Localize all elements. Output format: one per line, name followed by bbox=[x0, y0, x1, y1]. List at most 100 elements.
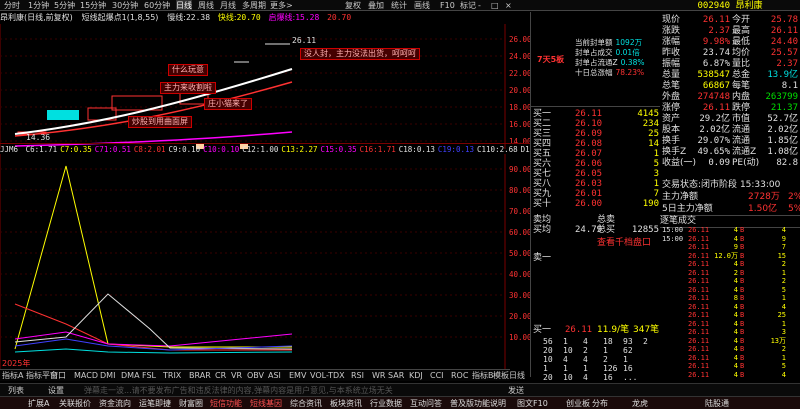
indicator-tab[interactable]: EMV bbox=[289, 370, 306, 382]
toolbar-button[interactable]: F10 bbox=[440, 0, 455, 11]
tick-price: 26.11 bbox=[688, 370, 710, 379]
indicator-tab[interactable]: FSL bbox=[142, 370, 156, 382]
indicator-tab[interactable]: CR bbox=[215, 370, 226, 382]
indicator-field-value: 0.35 bbox=[338, 145, 357, 154]
indicator-tab[interactable]: DMI bbox=[100, 370, 115, 382]
toolbar-button[interactable]: 复权 bbox=[345, 0, 361, 11]
toolbar-button[interactable]: 叠加 bbox=[368, 0, 384, 11]
timeframe-tab[interactable]: 多周期 bbox=[242, 0, 266, 11]
tick-volume-2: 7 bbox=[781, 243, 786, 251]
y-axis-label: 60.00 bbox=[509, 228, 530, 237]
buy-one-count: 347笔 bbox=[633, 325, 660, 335]
tick-side: B bbox=[740, 294, 745, 302]
function-button[interactable]: 龙虎 bbox=[632, 397, 648, 409]
indicator-line-magenta bbox=[14, 331, 293, 347]
danmu-input[interactable]: 弹幕走一波...请不要发布广告和违反法律的内容,弹幕内容是用户意见,与本系统立场… bbox=[84, 385, 393, 396]
timeframe-tab[interactable]: 1分钟 bbox=[28, 0, 49, 11]
settings-button[interactable]: 设置 bbox=[48, 385, 64, 396]
main5-net-row: 5日主力净额1.50亿5% bbox=[662, 204, 800, 214]
function-button[interactable]: 运笔即捷 bbox=[139, 397, 171, 409]
function-button[interactable]: 分布 bbox=[592, 397, 608, 409]
indicator-tab[interactable]: KDJ bbox=[409, 370, 423, 382]
tick-volume-2: 2 bbox=[781, 260, 786, 268]
indicator-tab[interactable]: 指标A bbox=[2, 370, 23, 382]
indicator-tab[interactable]: RSI bbox=[351, 370, 364, 382]
bid-volume: 190 bbox=[642, 199, 659, 209]
queue-cell: 4 bbox=[583, 373, 588, 382]
toolbar-button[interactable]: × bbox=[505, 0, 512, 11]
quote-value: 6.87% bbox=[702, 59, 730, 69]
timeframe-tab[interactable]: 日线 bbox=[176, 0, 192, 11]
timeframe-tab[interactable]: 30分钟 bbox=[112, 0, 138, 11]
function-button[interactable]: 行业数据 bbox=[370, 397, 402, 409]
view-depth-link[interactable]: 查看千档盘口 bbox=[597, 238, 651, 249]
quote-value: 8.1 bbox=[781, 81, 798, 91]
annotation[interactable]: 主力来收割啦 bbox=[160, 82, 216, 94]
indicator-tab[interactable]: CCI bbox=[430, 370, 444, 382]
indicator-tab[interactable]: ROC bbox=[451, 370, 468, 382]
quote-panel: 002940 昂利康 现价 26.11 今开 25.78 涨跌 2.37 最高 26.11 涨幅… bbox=[660, 1, 800, 382]
function-button[interactable]: 图文F10 bbox=[517, 397, 548, 409]
function-button[interactable]: 扩展A bbox=[28, 397, 49, 409]
function-button[interactable]: 创业板 bbox=[566, 397, 590, 409]
indicator-tab[interactable]: MACD bbox=[74, 370, 98, 382]
function-button[interactable]: 普及版功能说明 bbox=[450, 397, 506, 409]
function-button[interactable]: 关联报价 bbox=[59, 397, 91, 409]
indicator-tab[interactable]: VR bbox=[231, 370, 242, 382]
tick-side: B bbox=[740, 353, 745, 362]
indicator-field-value: 1.71 bbox=[377, 145, 396, 154]
indicator-tab[interactable]: 模板 bbox=[493, 370, 509, 382]
candle bbox=[47, 110, 79, 120]
toolbar-button[interactable]: 画线 bbox=[414, 0, 430, 11]
indicator-tab[interactable]: TRIX bbox=[163, 370, 181, 382]
list-button[interactable]: 列表 bbox=[8, 385, 24, 396]
queue-cell: 10 bbox=[543, 355, 553, 364]
tick-side: B bbox=[740, 336, 745, 345]
indicator-tab[interactable]: VOL-TDX bbox=[310, 370, 345, 382]
kline-chart-panel[interactable]: 昂利康(日线,前复权) 短线起爆点1(1,8,55) 慢线:22.38 快线:2… bbox=[0, 12, 530, 369]
timeframe-tab[interactable]: 60分钟 bbox=[144, 0, 170, 11]
send-button[interactable]: 发送 bbox=[508, 385, 524, 396]
timeframe-tab[interactable]: 15分钟 bbox=[80, 0, 106, 11]
quote-value: 1.85亿 bbox=[767, 136, 798, 146]
indicator-tab[interactable]: WR bbox=[372, 370, 385, 382]
function-button[interactable]: 互动问答 bbox=[410, 397, 442, 409]
annotation[interactable]: 炒股到用曲面屏 bbox=[128, 116, 192, 128]
toolbar-button[interactable]: - bbox=[478, 0, 481, 11]
timeframe-tab[interactable]: 分时 bbox=[4, 0, 20, 11]
indicator-tab[interactable]: ASI bbox=[268, 370, 281, 382]
function-button[interactable]: 财富圈 bbox=[179, 397, 203, 409]
indicator-tab[interactable]: OBV bbox=[247, 370, 264, 382]
toolbar-button[interactable]: □ bbox=[491, 0, 499, 11]
tick-price: 26.11 bbox=[688, 234, 710, 243]
quote-label: 最高 bbox=[732, 26, 751, 36]
indicator-tab[interactable]: BRAR bbox=[189, 370, 211, 382]
period-label[interactable]: 日线 bbox=[509, 370, 525, 381]
annotation[interactable]: 什么玩意 bbox=[168, 64, 208, 76]
indicator-tab[interactable]: 窗口 bbox=[50, 370, 66, 382]
timeframe-tab[interactable]: 月线 bbox=[220, 0, 236, 11]
indicator-field-label: C15: bbox=[320, 145, 339, 154]
function-button[interactable]: 资金流向 bbox=[99, 397, 131, 409]
indicator-tab[interactable]: DMA bbox=[121, 370, 140, 382]
timeframe-tab[interactable]: 周线 bbox=[198, 0, 214, 11]
queue-cell: 20 bbox=[543, 373, 553, 382]
timeframe-tab[interactable]: 更多> bbox=[270, 0, 293, 11]
function-button[interactable]: 综合资讯 bbox=[290, 397, 322, 409]
bid-label: 买十 bbox=[533, 199, 552, 209]
annotation[interactable]: 没人封，主力没法出货，呵呵呵 bbox=[300, 48, 420, 60]
annotation[interactable]: 庄小猫来了 bbox=[204, 98, 252, 110]
function-button[interactable]: 短线基因 bbox=[250, 397, 282, 409]
y-axis-label: 40.00 bbox=[509, 270, 530, 279]
quote-value: 52.7亿 bbox=[767, 114, 798, 124]
quote-value: 26.11 bbox=[702, 103, 730, 113]
function-button[interactable]: 板块资讯 bbox=[330, 397, 362, 409]
toolbar-button[interactable]: 标记 bbox=[460, 0, 476, 11]
toolbar-button[interactable]: 统计 bbox=[391, 0, 407, 11]
tick-price: 26.11 bbox=[688, 302, 710, 311]
function-button[interactable]: 短信功能 bbox=[210, 397, 242, 409]
function-button[interactable]: 陆股通 bbox=[705, 397, 729, 409]
indicator-tab[interactable]: SAR bbox=[388, 370, 404, 382]
timeframe-tab[interactable]: 5分钟 bbox=[54, 0, 75, 11]
indicator-tab[interactable]: 指标B bbox=[472, 370, 494, 382]
